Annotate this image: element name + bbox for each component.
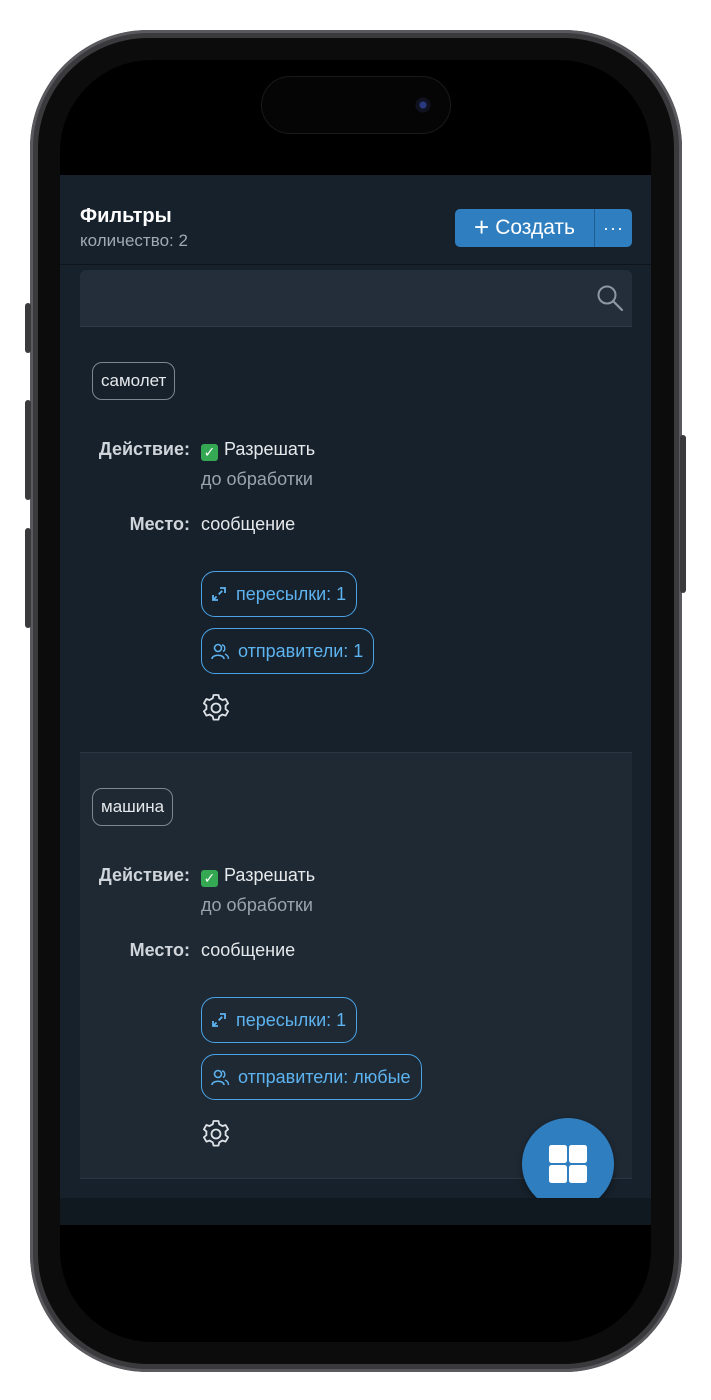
bottom-bar xyxy=(60,1198,651,1225)
senders-chip[interactable]: отправители: 1 xyxy=(201,628,375,674)
keyword-tag[interactable]: машина xyxy=(92,788,174,826)
action-detail: до обработки xyxy=(201,895,313,915)
users-icon xyxy=(211,1069,230,1086)
gear-icon[interactable] xyxy=(200,692,232,724)
create-button[interactable]: + Создать xyxy=(455,209,595,247)
apps-fab-button[interactable] xyxy=(522,1118,614,1210)
place-label: Место: xyxy=(129,940,190,960)
search-icon[interactable] xyxy=(596,284,624,312)
more-icon: ··· xyxy=(603,217,624,238)
camera-icon xyxy=(411,93,435,117)
page-title: Фильтры xyxy=(80,205,172,227)
place-value: сообщение xyxy=(201,940,296,960)
senders-label: отправители: 1 xyxy=(238,640,364,661)
check-icon: ✓ xyxy=(201,444,218,461)
filter-card[interactable]: самолет Действие: ✓ Разрешать до обработк… xyxy=(80,327,632,753)
action-label: Действие: xyxy=(98,439,190,459)
filters-app: Фильтры количество: 2 + Создать ··· само… xyxy=(60,175,651,1225)
action-value-text: Разрешать xyxy=(224,865,316,885)
forward-arrows-icon xyxy=(212,587,226,601)
header: Фильтры количество: 2 + Создать ··· xyxy=(60,175,651,265)
users-icon xyxy=(211,643,230,660)
grid-icon xyxy=(549,1145,587,1183)
forward-arrows-icon xyxy=(212,1013,226,1027)
action-button xyxy=(25,303,31,353)
create-button-label: Создать xyxy=(495,216,575,239)
more-button[interactable]: ··· xyxy=(595,209,632,247)
search-input[interactable] xyxy=(80,270,632,327)
senders-chip[interactable]: отправители: любые xyxy=(201,1054,422,1100)
filter-count: количество: 2 xyxy=(80,231,188,250)
place-value: сообщение xyxy=(201,514,296,534)
keyword-tag[interactable]: самолет xyxy=(92,362,176,400)
action-label: Действие: xyxy=(98,865,190,885)
forwards-chip[interactable]: пересылки: 1 xyxy=(201,997,358,1043)
forwards-label: пересылки: 1 xyxy=(236,583,347,604)
place-label: Место: xyxy=(129,514,190,534)
action-detail: до обработки xyxy=(201,469,313,489)
create-button-group: + Создать ··· xyxy=(455,209,632,247)
senders-label: отправители: любые xyxy=(238,1066,411,1087)
action-value-text: Разрешать xyxy=(224,439,316,459)
plus-icon: + xyxy=(474,212,490,242)
filter-card[interactable]: машина Действие: ✓ Разрешать до обработки… xyxy=(80,753,632,1179)
check-icon: ✓ xyxy=(201,870,218,887)
screen: Фильтры количество: 2 + Создать ··· само… xyxy=(60,60,651,1342)
power-button xyxy=(680,435,686,593)
action-value: ✓ Разрешать xyxy=(201,439,315,461)
action-value: ✓ Разрешать xyxy=(201,865,315,887)
volume-down-button xyxy=(25,528,31,628)
volume-up-button xyxy=(25,400,31,500)
forwards-chip[interactable]: пересылки: 1 xyxy=(201,571,358,617)
forwards-label: пересылки: 1 xyxy=(236,1009,347,1030)
gear-icon[interactable] xyxy=(200,1118,232,1150)
